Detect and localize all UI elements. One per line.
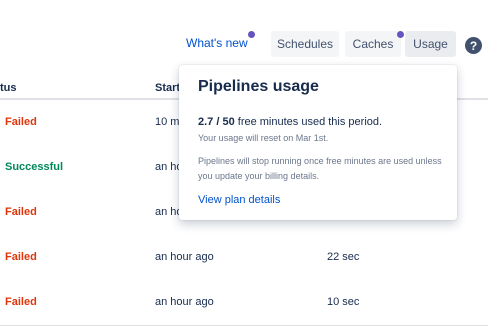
table-row[interactable]: Failed an hour ago 10 sec (0, 280, 488, 325)
popover-title: Pipelines usage (198, 78, 319, 95)
duration: 10 sec (327, 296, 360, 308)
help-icon[interactable]: ? (465, 37, 482, 54)
started-time: an hour ago (155, 296, 214, 308)
schedules-button[interactable]: Schedules (271, 31, 339, 57)
usage-notification-dot (397, 31, 404, 38)
usage-popover: Pipelines usage 2.7 / 50 free minutes us… (179, 65, 457, 220)
started-time: an hour ago (155, 251, 214, 263)
usage-button[interactable]: Usage (405, 31, 456, 57)
whats-new-link[interactable]: What's new (186, 36, 248, 50)
minutes-used-value: 2.7 / 50 (198, 116, 235, 128)
status-badge: Failed (5, 206, 37, 218)
column-header-started[interactable]: Start (155, 82, 180, 94)
usage-reset-note: Your usage will reset on Mar 1st. (198, 133, 329, 143)
minutes-used-text: 2.7 / 50 free minutes used this period. (198, 116, 382, 128)
status-badge: Failed (5, 116, 37, 128)
caches-button[interactable]: Caches (345, 31, 401, 57)
minutes-used-suffix: free minutes used this period. (234, 116, 383, 128)
status-badge: Failed (5, 296, 37, 308)
table-row[interactable]: Failed an hour ago 22 sec (0, 235, 488, 280)
status-badge: Failed (5, 251, 37, 263)
column-header-status[interactable]: tus (0, 82, 17, 94)
started-time: 10 m (155, 116, 180, 128)
duration: 22 sec (327, 251, 360, 263)
view-plan-details-link[interactable]: View plan details (198, 194, 280, 206)
billing-note: Pipelines will stop running once free mi… (198, 156, 442, 181)
whats-new-notification-dot (248, 31, 255, 38)
pipelines-toolbar: What's new Schedules Caches Usage ? (0, 0, 496, 70)
table-bottom-divider (0, 325, 488, 326)
status-badge: Successful (5, 161, 64, 173)
